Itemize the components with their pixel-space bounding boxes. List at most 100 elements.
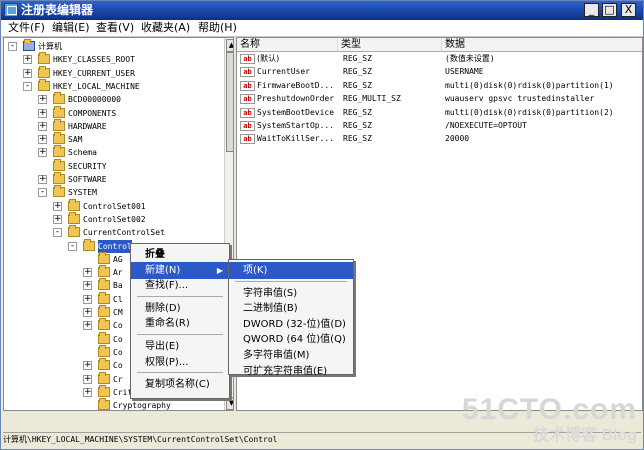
title-bar[interactable]: 注册表编辑器 _ □ X <box>1 1 643 20</box>
expand-icon[interactable]: + <box>83 374 92 384</box>
close-button[interactable]: X <box>621 3 636 17</box>
tree-node-label: ControlSet002 <box>83 214 146 224</box>
menu-file[interactable]: 文件(F) <box>8 20 45 36</box>
ctx-item[interactable]: 查找(F)... <box>131 277 229 294</box>
maximize-button[interactable]: □ <box>602 3 617 17</box>
tree-node-label: SYSTEM <box>68 188 97 198</box>
ctx-item-label: 复制项名称(C) <box>145 379 210 391</box>
folder-icon <box>53 118 65 131</box>
sub-item-label: DWORD (32-位)值(D) <box>243 318 346 330</box>
ctx-item-label: 查找(F)... <box>145 280 189 292</box>
expand-icon[interactable]: + <box>83 294 92 304</box>
value-data: (数值未设置) <box>445 54 495 63</box>
sub-item-label: 二进制值(B) <box>243 303 298 315</box>
value-row[interactable]: ab PreshutdownOrder REG_MULTI_SZ wuauserv g… <box>237 92 642 106</box>
string-value-icon: ab <box>240 134 255 145</box>
expand-icon[interactable]: + <box>38 121 47 131</box>
value-row[interactable]: ab WaitToKillSer... REG_SZ 20000 <box>237 132 642 146</box>
sub-item[interactable]: 二进制值(B) <box>229 300 353 317</box>
string-value-icon: ab <box>240 54 255 64</box>
minimize-button[interactable]: _ <box>584 3 599 17</box>
expand-icon[interactable]: + <box>53 214 62 224</box>
expand-icon[interactable]: + <box>83 281 92 291</box>
expand-icon[interactable]: + <box>38 175 47 184</box>
ctx-item-label: 新建(N) <box>145 264 181 276</box>
submenu-arrow-icon: ▶ <box>216 265 223 275</box>
header-data[interactable]: 数据 <box>442 38 644 51</box>
expand-icon[interactable]: + <box>83 387 92 397</box>
sub-item[interactable]: DWORD (32-位)值(D) <box>229 316 353 333</box>
folder-icon <box>68 225 80 238</box>
sub-item[interactable]: 可扩充字符串值(E) <box>229 363 353 380</box>
expand-icon[interactable]: + <box>38 148 47 158</box>
ctx-item[interactable]: 权限(P)... <box>131 354 229 371</box>
collapse-icon[interactable]: - <box>23 81 32 91</box>
header-type[interactable]: 类型 <box>338 38 442 51</box>
value-data: multi(0)disk(0)rdisk(0)partition(2) <box>445 107 614 117</box>
expand-icon[interactable]: + <box>38 95 47 105</box>
expand-icon[interactable]: + <box>83 268 92 278</box>
expand-icon[interactable]: + <box>83 361 92 371</box>
tree-scroll-thumb[interactable] <box>226 52 233 152</box>
expand-icon[interactable]: + <box>53 201 62 211</box>
ctx-item[interactable]: 重命名(R) <box>131 315 229 332</box>
folder-icon <box>98 371 110 384</box>
header-name[interactable]: 名称 <box>237 38 338 51</box>
ctx-item[interactable]: 折叠 <box>131 246 229 263</box>
sub-item[interactable]: 多字符串值(M) <box>229 347 353 364</box>
folder-icon <box>53 105 65 118</box>
scroll-up-icon[interactable]: ▲ <box>226 39 233 52</box>
value-name: CurrentUser <box>257 67 310 77</box>
ctx-item[interactable]: 导出(E) <box>131 338 229 355</box>
value-data: multi(0)disk(0)rdisk(0)partition(1) <box>445 80 614 90</box>
folder-icon <box>98 278 110 291</box>
watermark-blog: 技术博客 Blog <box>533 427 637 444</box>
window-title: 注册表编辑器 <box>21 3 94 17</box>
folder-icon <box>68 198 80 211</box>
expand-icon[interactable]: + <box>83 321 92 331</box>
collapse-icon[interactable]: - <box>38 188 47 198</box>
value-row[interactable]: ab (默认) REG_SZ (数值未设置) <box>237 52 642 66</box>
registry-editor-window: 注册表编辑器 _ □ X 文件(F) 编辑(E) 查看(V) 收藏夹(A) 帮助… <box>0 0 644 450</box>
tree-node-label: AG <box>113 254 123 264</box>
expand-icon[interactable]: + <box>83 308 92 317</box>
sub-item[interactable]: 字符串值(S) <box>229 285 353 302</box>
collapse-icon[interactable]: - <box>68 241 77 251</box>
collapse-icon[interactable]: - <box>8 42 17 51</box>
tree-node-label: ControlSet001 <box>83 201 146 211</box>
value-row[interactable]: ab SystemStartOp... REG_SZ/NOEXECUTE=OPTOU… <box>237 119 642 133</box>
ctx-item[interactable]: 删除(D) <box>131 300 229 317</box>
expand-icon[interactable]: + <box>38 108 47 118</box>
ctx-item-label: 删除(D) <box>145 302 181 314</box>
menu-help[interactable]: 帮助(H) <box>198 20 237 36</box>
sub-item[interactable]: 项(K) <box>229 262 353 279</box>
collapse-icon[interactable]: - <box>53 228 62 238</box>
expand-icon[interactable]: + <box>23 68 32 78</box>
value-row[interactable]: ab SystemBootDevice REG_SZ multi(0)disk(0)r… <box>237 106 642 120</box>
ctx-item[interactable]: 复制项名称(C) <box>131 376 229 393</box>
sub-item-label: 多字符串值(M) <box>243 350 310 361</box>
menu-favorites[interactable]: 收藏夹(A) <box>141 20 190 36</box>
tree-node-label: SAM <box>68 135 83 145</box>
value-row[interactable]: ab CurrentUser REG_SZ USERNAME <box>237 65 642 79</box>
expand-icon[interactable]: + <box>23 55 32 65</box>
folder-icon <box>53 132 65 145</box>
ctx-item[interactable]: 新建(N) ▶ <box>131 261 229 279</box>
ctx-item-label: 权限(P)... <box>145 356 189 368</box>
string-value-icon: ab <box>240 67 255 78</box>
folder-icon <box>98 305 110 317</box>
value-type: REG_SZ <box>343 107 372 117</box>
tree-node-label: SECURITY <box>68 161 107 171</box>
value-type: REG_SZ <box>343 54 372 63</box>
menu-view[interactable]: 查看(V) <box>96 20 134 36</box>
menu-separator <box>137 334 223 335</box>
folder-icon <box>53 92 65 105</box>
value-data: /NOEXECUTE=OPTOUT <box>445 121 527 130</box>
value-row[interactable]: ab FirmwareBootD... REG_SZ multi(0)disk(0)r… <box>237 79 642 93</box>
sub-item[interactable]: QWORD (64 位)值(Q) <box>229 331 353 348</box>
expand-icon[interactable]: + <box>38 135 47 145</box>
folder-icon <box>98 291 110 304</box>
menu-edit[interactable]: 编辑(E) <box>52 20 90 36</box>
folder-icon <box>53 185 65 198</box>
value-name: FirmwareBootD... <box>257 80 335 90</box>
